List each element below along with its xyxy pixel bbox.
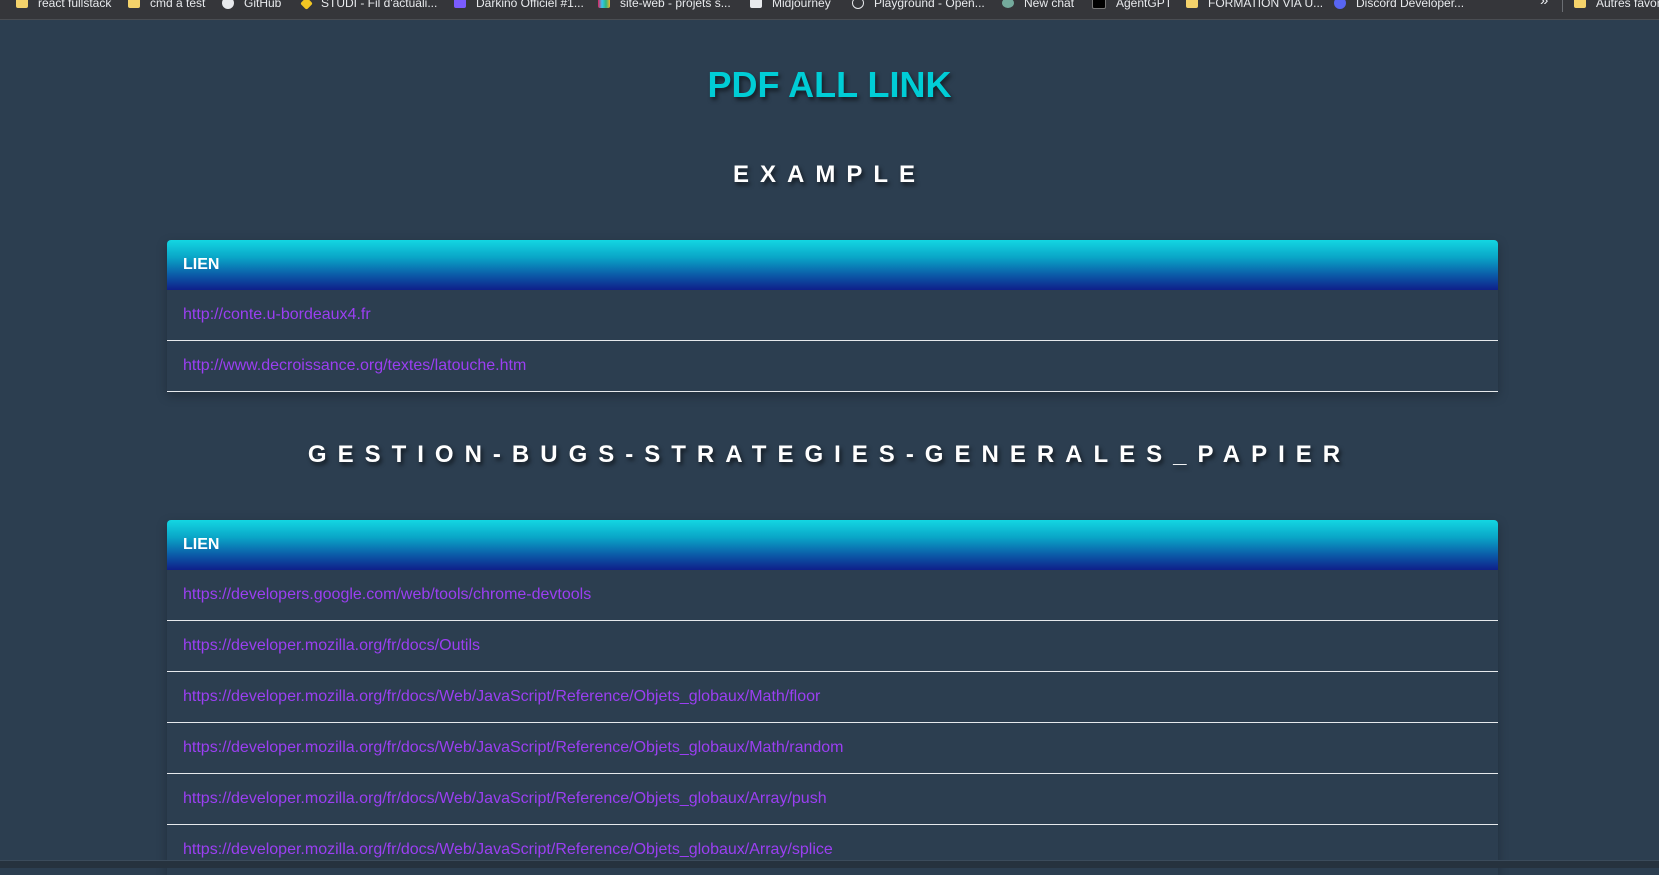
- folder-icon: [128, 0, 140, 8]
- link[interactable]: https://developer.mozilla.org/fr/docs/We…: [183, 688, 820, 706]
- bookmark-label: Playground - Open...: [874, 0, 985, 10]
- bookmark-label: cmd a test: [150, 0, 206, 10]
- page-title: PDF ALL LINK: [707, 64, 952, 105]
- bookmark-label: react fullstack: [38, 0, 112, 10]
- link[interactable]: https://developer.mozilla.org/fr/docs/We…: [183, 739, 843, 757]
- bookmark-agentgpt[interactable]: AgentGPT: [1092, 0, 1172, 13]
- bookmark-label: STUDI - Fil d'actuali...: [321, 0, 438, 10]
- bookmark-github[interactable]: GitHub: [222, 0, 281, 13]
- bookmark-label: New chat: [1024, 0, 1075, 10]
- bookmark-playground[interactable]: Playground - Open...: [852, 0, 985, 13]
- section-heading-example: EXAMPLE: [732, 161, 926, 188]
- midjourney-icon: [750, 0, 762, 8]
- studi-icon: [300, 0, 313, 10]
- more-bookmarks-chevron-icon[interactable]: »: [1540, 0, 1548, 9]
- bookmark-label: Autres favoris: [1596, 0, 1659, 10]
- table-row: http://conte.u-bordeaux4.fr: [167, 290, 1498, 341]
- bookmark-label: GitHub: [244, 0, 282, 10]
- bookmark-label: Darkino Officiel #1...: [476, 0, 584, 10]
- column-header-lien: LIEN: [183, 536, 220, 553]
- folder-icon: [1574, 0, 1586, 8]
- links-table-gestion-bugs: LIEN https://developers.google.com/web/t…: [167, 520, 1498, 875]
- bookmark-new-chat[interactable]: New chat: [1002, 0, 1074, 13]
- link[interactable]: https://developer.mozilla.org/fr/docs/Ou…: [183, 637, 480, 655]
- column-header-lien: LIEN: [183, 256, 220, 273]
- bookmarks-divider: [1562, 0, 1563, 12]
- bookmark-darkino[interactable]: Darkino Officiel #1...: [454, 0, 584, 13]
- bookmark-label: Midjourney: [772, 0, 831, 10]
- folder-icon: [16, 0, 28, 8]
- table-row: https://developer.mozilla.org/fr/docs/We…: [167, 774, 1498, 825]
- link[interactable]: https://developer.mozilla.org/fr/docs/We…: [183, 790, 827, 808]
- bookmark-label: Discord Developer...: [1356, 0, 1465, 10]
- table-row: https://developer.mozilla.org/fr/docs/We…: [167, 723, 1498, 774]
- table-header: LIEN: [167, 520, 1498, 570]
- table-row: https://developer.mozilla.org/fr/docs/We…: [167, 672, 1498, 723]
- table-row: http://www.decroissance.org/textes/latou…: [167, 341, 1498, 392]
- slack-icon: [598, 0, 610, 8]
- bookmark-react-fullstack[interactable]: react fullstack: [16, 0, 111, 13]
- darkino-icon: [454, 0, 466, 8]
- bookmark-formation[interactable]: FORMATION VIA U...: [1186, 0, 1323, 13]
- section-heading-gestion-bugs: GESTION-BUGS-STRATEGIES-GENERALES_PAPIER: [307, 441, 1352, 468]
- bookmark-other-favorites[interactable]: Autres favoris: [1574, 0, 1659, 13]
- bookmarks-bar: react fullstack cmd a test GitHub STUDI …: [0, 0, 1659, 20]
- links-table-example: LIEN http://conte.u-bordeaux4.fr http://…: [167, 240, 1498, 392]
- discord-icon: [1334, 0, 1346, 9]
- bookmark-studi[interactable]: STUDI - Fil d'actuali...: [300, 0, 438, 13]
- openai-icon: [852, 0, 864, 9]
- bookmark-cmd-a-test[interactable]: cmd a test: [128, 0, 205, 13]
- bookmark-discord[interactable]: Discord Developer...: [1334, 0, 1464, 13]
- bookmark-label: site-web - projets s...: [620, 0, 731, 10]
- bookmark-site-web[interactable]: site-web - projets s...: [598, 0, 731, 13]
- table-row: https://developer.mozilla.org/fr/docs/Ou…: [167, 621, 1498, 672]
- table-header: LIEN: [167, 240, 1498, 290]
- bookmark-label: FORMATION VIA U...: [1208, 0, 1324, 10]
- agentgpt-icon: [1092, 0, 1106, 9]
- link[interactable]: https://developer.mozilla.org/fr/docs/We…: [183, 841, 833, 859]
- chatgpt-icon: [1002, 0, 1014, 8]
- bookmark-label: AgentGPT: [1116, 0, 1173, 10]
- table-row: https://developers.google.com/web/tools/…: [167, 570, 1498, 621]
- folder-icon: [1186, 0, 1198, 8]
- github-icon: [222, 0, 234, 9]
- bookmark-midjourney[interactable]: Midjourney: [750, 0, 831, 13]
- link[interactable]: https://developers.google.com/web/tools/…: [183, 586, 591, 604]
- link[interactable]: http://conte.u-bordeaux4.fr: [183, 306, 371, 324]
- link[interactable]: http://www.decroissance.org/textes/latou…: [183, 357, 526, 375]
